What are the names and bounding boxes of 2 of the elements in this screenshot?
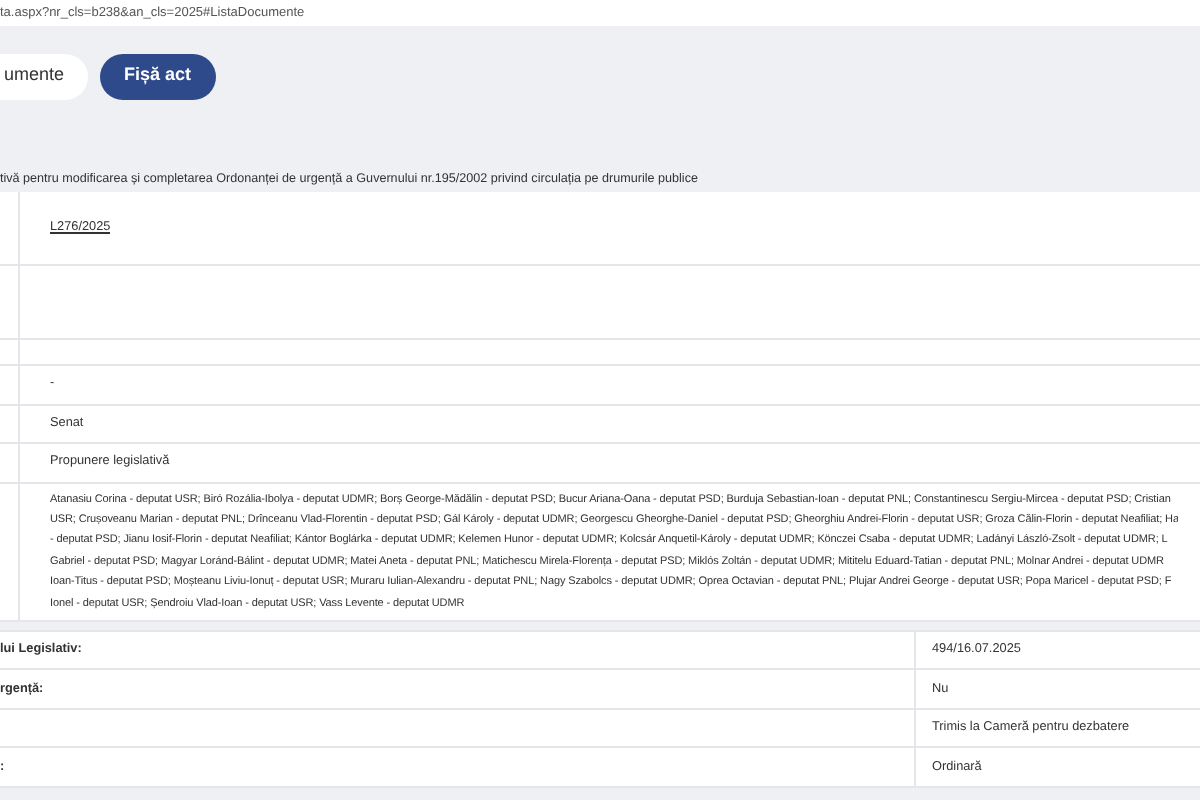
tab-button[interactable]: umente bbox=[0, 53, 89, 99]
tab-button[interactable]: Fișă act bbox=[100, 53, 216, 99]
